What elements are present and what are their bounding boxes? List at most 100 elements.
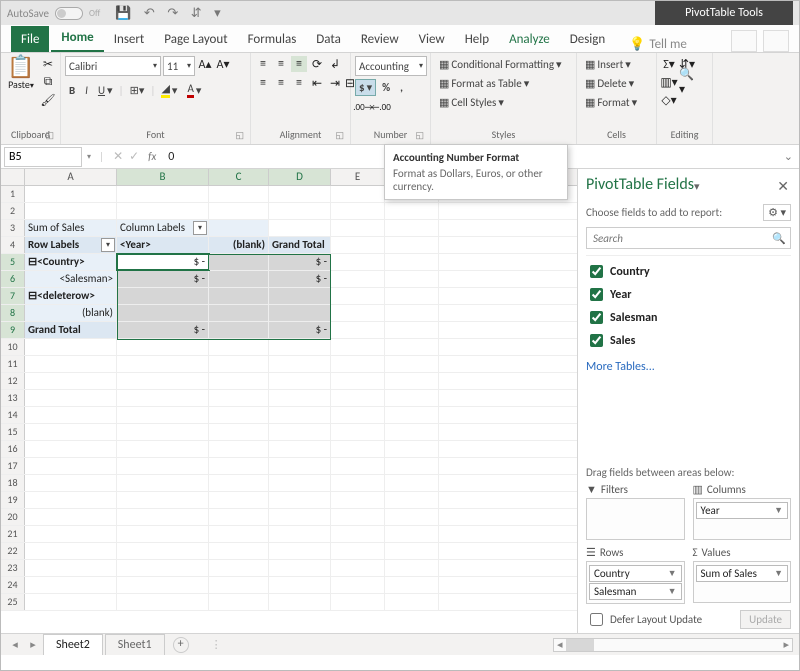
row-labels-dropdown[interactable]: ▾ [101,238,115,252]
align-middle-icon[interactable]: ≡ [273,56,289,72]
cell[interactable]: $ - [117,271,209,287]
chevron-down-icon[interactable]: ▼ [774,505,783,516]
sheet-nav-next[interactable]: ▸ [25,638,41,651]
align-right-icon[interactable]: ≡ [291,75,307,91]
cell[interactable]: Grand Total [269,237,331,253]
row-header[interactable]: 16 [1,441,25,457]
increase-font-icon[interactable]: A▴ [197,56,213,72]
underline-button[interactable]: U▾ [94,82,117,99]
field-search[interactable]: 🔍 [586,227,791,249]
pill-salesman[interactable]: Salesman▼ [589,583,682,600]
increase-decimal-icon[interactable]: .00→ [355,99,371,115]
row-header[interactable]: 12 [1,373,25,389]
sheet-tab-active[interactable]: Sheet2 [43,634,103,655]
touch-mode-icon[interactable]: ⇵ [191,6,202,21]
tab-view[interactable]: View [409,26,455,52]
cancel-formula-icon[interactable]: ✕ [110,149,126,165]
row-header[interactable]: 22 [1,543,25,559]
row-header[interactable]: 1 [1,186,25,202]
pill-sum-of-sales[interactable]: Sum of Sales▼ [696,565,789,582]
field-year[interactable]: Year [586,283,791,306]
cell[interactable]: <Salesman> [25,271,117,287]
col-header-D[interactable]: D [269,169,331,185]
align-center-icon[interactable]: ≡ [273,75,289,91]
decrease-indent-icon[interactable]: ⇤ [309,75,325,91]
align-bottom-icon[interactable]: ≡ [291,56,307,72]
fx-icon[interactable]: fx [142,150,162,163]
gear-icon[interactable]: ⚙ ▾ [763,204,791,221]
number-dialog-icon[interactable]: ◱ [415,130,424,141]
share-button[interactable] [731,30,757,52]
autosum-icon[interactable]: Σ▾ [661,56,677,72]
tab-design[interactable]: Design [560,26,615,52]
row-header[interactable]: 3 [1,220,25,236]
row-header[interactable]: 13 [1,390,25,406]
col-header-A[interactable]: A [25,169,117,185]
filters-dropzone[interactable] [586,498,685,540]
wrap-text-icon[interactable]: ↲ [327,56,343,72]
comments-button[interactable] [763,30,789,52]
row-header[interactable]: 10 [1,339,25,355]
autosave-toggle[interactable] [55,7,83,20]
bold-button[interactable]: B [65,82,79,99]
sheet-nav-prev[interactable]: ◂ [7,638,23,651]
tab-page-layout[interactable]: Page Layout [154,26,237,52]
percent-format-button[interactable]: % [378,79,394,96]
row-header[interactable]: 5 [1,254,25,270]
pill-year[interactable]: Year▼ [696,502,789,519]
row-header[interactable]: 14 [1,407,25,423]
borders-button[interactable]: ⊞▾ [126,82,149,99]
tab-review[interactable]: Review [351,26,409,52]
pill-country[interactable]: Country▼ [589,565,682,582]
cell[interactable]: ⊟<deleterow> [25,288,117,304]
decrease-font-icon[interactable]: A▾ [215,56,231,72]
search-input[interactable] [591,231,772,246]
align-left-icon[interactable]: ≡ [255,75,271,91]
cell[interactable]: ⊟<Country> [25,254,117,270]
col-header-B[interactable]: B [117,169,209,185]
conditional-formatting-button[interactable]: ▦Conditional Formatting▾ [435,56,566,73]
cell-styles-button[interactable]: ▦Cell Styles▾ [435,94,508,111]
col-header-E[interactable]: E [331,169,385,185]
row-header[interactable]: 6 [1,271,25,287]
delete-cells-button[interactable]: ▦Delete▾ [581,75,638,92]
number-format-select[interactable]: Accounting▾ [355,56,427,76]
cell[interactable]: $ - [269,271,331,287]
defer-layout-checkbox[interactable] [590,613,603,626]
font-color-button[interactable]: A▾ [183,80,205,100]
tab-data[interactable]: Data [306,26,351,52]
chevron-down-icon[interactable]: ▼ [668,568,677,579]
increase-indent-icon[interactable]: ⇥ [327,75,343,91]
close-icon[interactable]: ✕ [775,178,791,195]
row-header[interactable]: 2 [1,203,25,219]
cut-icon[interactable]: ✂ [40,56,56,72]
cell[interactable]: Grand Total [25,322,117,338]
active-cell[interactable]: $ - [117,254,209,270]
pane-options-dropdown-icon[interactable]: ▾ [694,180,700,193]
row-header[interactable]: 23 [1,560,25,576]
formula-bar-expand-icon[interactable]: ⌄ [778,150,799,163]
row-header[interactable]: 7 [1,288,25,304]
row-header[interactable]: 18 [1,475,25,491]
field-salesman[interactable]: Salesman [586,306,791,329]
add-sheet-button[interactable]: + [173,637,189,653]
more-tables-link[interactable]: More Tables... [586,360,791,374]
scroll-thumb[interactable] [566,639,594,651]
row-header[interactable]: 8 [1,305,25,321]
copy-icon[interactable]: ⧉ [40,74,56,90]
col-header-C[interactable]: C [209,169,269,185]
cell[interactable]: (blank) [209,237,269,253]
find-select-icon[interactable]: 🔍▾ [679,74,695,90]
values-dropzone[interactable]: Sum of Sales▼ [693,561,792,603]
row-header[interactable]: 19 [1,492,25,508]
paste-button[interactable]: 📋Paste▾ [5,56,37,91]
tab-analyze[interactable]: Analyze [499,26,560,52]
fill-color-button[interactable]: ◢▾ [157,80,181,100]
italic-button[interactable]: I [81,82,92,99]
row-header[interactable]: 21 [1,526,25,542]
row-header[interactable]: 4 [1,237,25,253]
field-country[interactable]: Country [586,260,791,283]
tab-help[interactable]: Help [455,26,499,52]
formula-value[interactable]: 0 [162,150,180,164]
chevron-down-icon[interactable]: ▼ [774,568,783,579]
